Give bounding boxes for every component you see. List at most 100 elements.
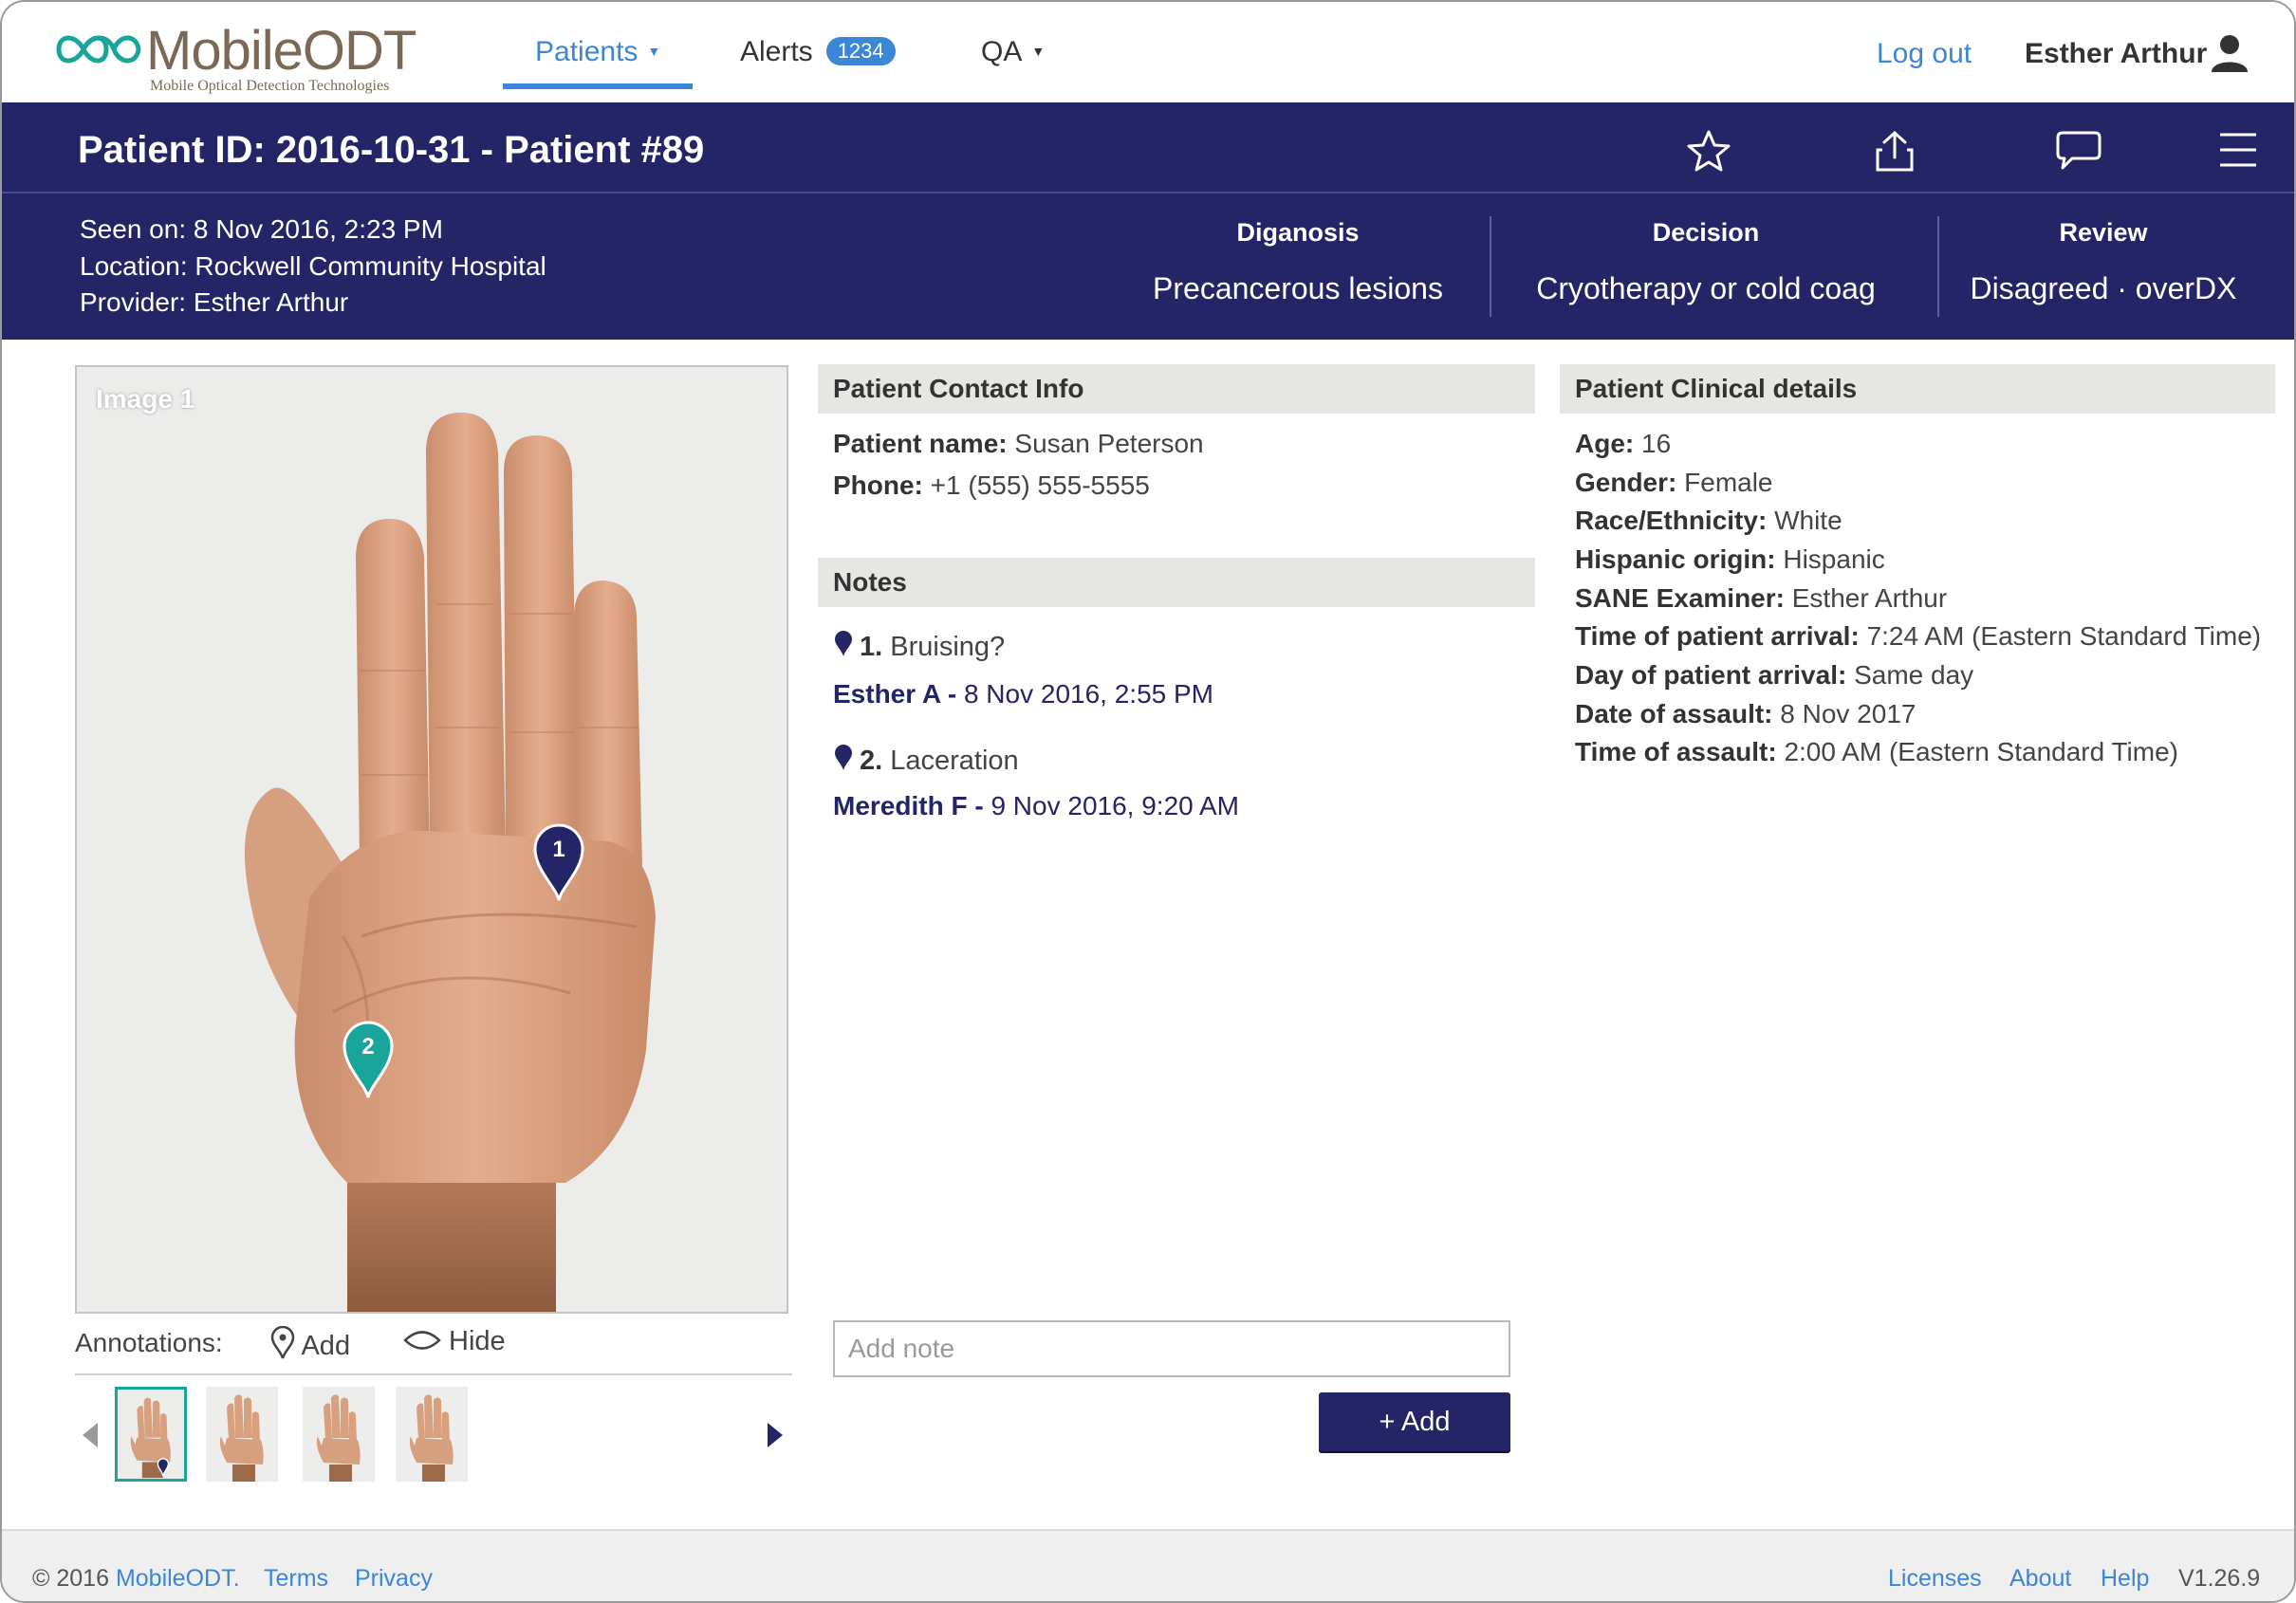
- clinical-label: Day of patient arrival:: [1575, 660, 1847, 690]
- copyright-text: © 2016: [32, 1565, 109, 1592]
- note-1-time: 8 Nov 2016, 2:55 PM: [963, 679, 1213, 709]
- thumbnail-image: [118, 1390, 184, 1479]
- patient-title: Patient ID: 2016-10-31 - Patient #89: [78, 129, 705, 171]
- next-arrow-icon[interactable]: [766, 1421, 785, 1449]
- hide-annotations-button[interactable]: Hide: [403, 1326, 506, 1357]
- nav-active-indicator: [503, 83, 693, 89]
- nav-patients[interactable]: Patients ▼: [535, 36, 660, 68]
- clinical-row: Time of patient arrival: 7:24 AM (Easter…: [1575, 621, 2261, 652]
- clinical-value: 7:24 AM (Eastern Standard Time): [1866, 621, 2262, 651]
- terms-link[interactable]: Terms: [264, 1565, 328, 1593]
- patient-name-value: Susan Peterson: [1014, 429, 1204, 458]
- annotation-pin-2[interactable]: 2: [341, 1018, 396, 1099]
- clinical-value: Female: [1684, 468, 1773, 497]
- add-note-input[interactable]: [833, 1320, 1510, 1377]
- thumbnail-2[interactable]: [206, 1387, 278, 1482]
- patient-image-viewer[interactable]: Image 1 1 2: [75, 365, 788, 1314]
- star-icon[interactable]: [1686, 129, 1731, 173]
- share-icon[interactable]: [1875, 129, 1915, 173]
- decision-value: Cryotherapy or cold coag: [1536, 271, 1876, 305]
- clinical-row: Day of patient arrival: Same day: [1575, 660, 1973, 691]
- licenses-link[interactable]: Licenses: [1888, 1565, 1982, 1593]
- clinical-value: 16: [1641, 429, 1672, 458]
- provider: Provider: Esther Arthur: [80, 287, 349, 317]
- phone-row: Phone: +1 (555) 555-5555: [833, 470, 1150, 501]
- brand-tagline: Mobile Optical Detection Technologies: [150, 78, 390, 94]
- diagnosis-value: Precancerous lesions: [1153, 271, 1443, 305]
- clinical-row: Time of assault: 2:00 AM (Eastern Standa…: [1575, 737, 2178, 767]
- image-thumbnails: [75, 1385, 796, 1489]
- mobileodt-logo[interactable]: MobileODT Mobile Optical Detection Techn…: [51, 19, 431, 97]
- clinical-row: SANE Examiner: Esther Arthur: [1575, 583, 1947, 614]
- contact-info-header: Patient Contact Info: [818, 364, 1535, 414]
- patient-name-row: Patient name: Susan Peterson: [833, 429, 1204, 459]
- note-2-author: Meredith F -: [833, 791, 984, 820]
- clinical-label: Race/Ethnicity:: [1575, 506, 1768, 535]
- location: Location: Rockwell Community Hospital: [80, 251, 546, 281]
- clinical-value: White: [1774, 506, 1842, 535]
- clinical-value: Esther Arthur: [1791, 583, 1948, 613]
- patient-summary-bar: Seen on: 8 Nov 2016, 2:23 PM Location: R…: [2, 193, 2294, 340]
- comment-icon[interactable]: [2055, 129, 2102, 173]
- clinical-label: SANE Examiner:: [1575, 583, 1785, 613]
- brand-name: MobileODT: [146, 20, 417, 82]
- eye-icon: [403, 1331, 441, 1350]
- pin-1-label: 1: [552, 837, 565, 862]
- prev-arrow-icon[interactable]: [81, 1421, 100, 1449]
- annotations-label: Annotations:: [75, 1328, 223, 1357]
- copyright: © 2016 MobileODT.: [32, 1565, 240, 1593]
- caret-down-icon: ▼: [1031, 44, 1046, 59]
- about-link[interactable]: About: [2009, 1565, 2071, 1593]
- note-2-text: Laceration: [890, 746, 1019, 776]
- version-label: V1.26.9: [2178, 1565, 2261, 1592]
- thumbnail-1[interactable]: [115, 1387, 187, 1482]
- diagnosis-summary: Diganosis Precancerous lesions: [1121, 193, 1474, 340]
- clinical-value: 8 Nov 2017: [1780, 699, 1916, 728]
- note-2-meta: Meredith F - 9 Nov 2016, 9:20 AM: [833, 791, 1239, 821]
- decision-label: Decision: [1652, 218, 1760, 247]
- clinical-label: Hispanic origin:: [1575, 544, 1776, 574]
- diagnosis-label: Diganosis: [1236, 218, 1360, 247]
- note-1-number: 1.: [860, 632, 883, 662]
- nav-qa[interactable]: QA ▼: [981, 36, 1045, 68]
- logout-link[interactable]: Log out: [1877, 38, 1972, 70]
- phone-label: Phone:: [833, 470, 923, 500]
- company-link[interactable]: MobileODT.: [116, 1565, 240, 1592]
- user-icon[interactable]: [2209, 32, 2250, 74]
- nav-alerts[interactable]: Alerts 1234: [740, 36, 896, 68]
- annotation-pin-1[interactable]: 1: [531, 820, 586, 902]
- add-annotation-button[interactable]: Add: [270, 1325, 351, 1362]
- app-window: MobileODT Mobile Optical Detection Techn…: [0, 0, 2296, 1603]
- nav-alerts-label: Alerts: [740, 36, 813, 67]
- nav-qa-label: QA: [981, 36, 1023, 67]
- clinical-value: Hispanic: [1783, 544, 1885, 574]
- footer: © 2016 MobileODT. Terms Privacy Licenses…: [2, 1529, 2294, 1601]
- help-link[interactable]: Help: [2101, 1565, 2149, 1593]
- review-value: Disagreed · overDX: [1970, 271, 2237, 305]
- clinical-label: Age:: [1575, 429, 1635, 458]
- thumbnail-3[interactable]: [303, 1387, 375, 1482]
- divider: [1937, 216, 1939, 317]
- thumbnail-image: [206, 1387, 278, 1482]
- caret-down-icon: ▼: [647, 44, 661, 59]
- privacy-link[interactable]: Privacy: [355, 1565, 433, 1593]
- pin-outline-icon: [270, 1325, 295, 1359]
- note-1-title[interactable]: 1. Bruising?: [833, 630, 1005, 663]
- patient-name-label: Patient name:: [833, 429, 1008, 458]
- review-label: Review: [2059, 218, 2148, 247]
- divider: [1490, 216, 1491, 317]
- clinical-label: Time of patient arrival:: [1575, 621, 1860, 651]
- add-annotation-label: Add: [301, 1331, 351, 1361]
- phone-value: +1 (555) 555-5555: [930, 470, 1150, 500]
- note-1-author: Esther A -: [833, 679, 957, 709]
- add-note-button[interactable]: + Add: [1319, 1392, 1510, 1451]
- user-name[interactable]: Esther Arthur: [2025, 38, 2207, 70]
- menu-icon[interactable]: [2218, 129, 2258, 171]
- thumbnail-4[interactable]: [396, 1387, 468, 1482]
- decision-summary: Decision Cryotherapy or cold coag: [1501, 193, 1911, 340]
- note-2-title[interactable]: 2. Laceration: [833, 744, 1019, 777]
- notes-header: Notes: [818, 558, 1535, 607]
- top-navigation: MobileODT Mobile Optical Detection Techn…: [2, 2, 2294, 102]
- note-2-number: 2.: [860, 746, 883, 776]
- thumbnail-image: [396, 1387, 468, 1482]
